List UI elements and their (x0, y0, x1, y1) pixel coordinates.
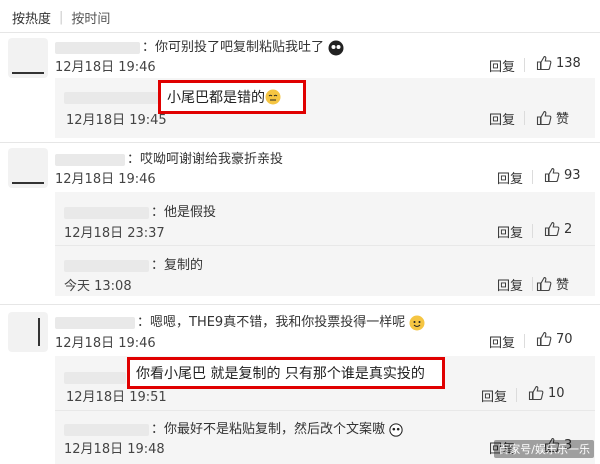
emoji-icon (389, 422, 403, 437)
comment-time: 12月18日 23:37 (64, 226, 165, 241)
reply-text: ：你最好不是粘贴复制，然后改个文案嗷 (64, 418, 403, 437)
reply-box (55, 78, 595, 138)
watermark: 百家号/娱乐乐一乐 (494, 440, 594, 458)
like-button[interactable]: 70 (536, 331, 573, 347)
emoji-icon (328, 40, 344, 55)
divider (0, 304, 600, 305)
like-button[interactable]: 2 (544, 221, 572, 237)
comment-text: ：嗯嗯，THE9真不错，我和你投票投得一样呢 (55, 311, 425, 331)
divider (55, 410, 595, 411)
like-button[interactable]: 10 (528, 385, 565, 401)
highlighted-reply: 你看小尾巴 就是复制的 只有那个谁是真实投的 (127, 357, 445, 389)
reply-button[interactable]: 回复 (497, 275, 523, 294)
like-count: 赞 (556, 278, 570, 293)
divider (0, 142, 600, 143)
emoji-icon (409, 315, 425, 330)
like-button[interactable]: 138 (536, 55, 581, 71)
reply-button[interactable]: 回复 (489, 56, 515, 75)
comment-time: 12月18日 19:46 (55, 60, 156, 75)
reply-button[interactable]: 回复 (489, 332, 515, 351)
comment-time: 今天 13:08 (64, 279, 132, 294)
thumbs-up-icon (528, 386, 544, 401)
thumbs-up-icon (544, 222, 560, 237)
like-button[interactable]: 93 (544, 167, 581, 183)
blurred-username (64, 90, 161, 105)
like-button[interactable]: 赞 (536, 108, 569, 127)
comment-time: 12月18日 19:51 (66, 390, 167, 405)
action-separator (524, 111, 525, 125)
sort-by-hot[interactable]: 按热度 (12, 8, 51, 27)
sort-by-time[interactable]: 按时间 (71, 8, 110, 27)
like-count: 赞 (556, 112, 570, 127)
divider (55, 245, 595, 246)
comment-time: 12月18日 19:46 (55, 172, 156, 187)
action-separator (532, 277, 533, 291)
comment-text: ：哎呦呵谢谢给我豪折亲投 (55, 148, 283, 167)
action-separator (532, 224, 533, 238)
comment-time: 12月18日 19:46 (55, 336, 156, 351)
reply-text: ：他是假投 (64, 201, 216, 220)
avatar[interactable] (8, 312, 48, 352)
sort-bar: 按热度 | 按时间 (12, 8, 110, 27)
like-count: 138 (556, 55, 581, 71)
sort-separator: | (59, 10, 64, 25)
action-separator (532, 170, 533, 184)
thumbs-up-icon (536, 276, 552, 291)
emoji-icon (265, 89, 281, 105)
comment-time: 12月18日 19:48 (64, 442, 165, 457)
action-separator (516, 388, 517, 402)
thumbs-up-icon (536, 56, 552, 71)
like-count: 93 (564, 167, 581, 183)
thumbs-up-icon (536, 332, 552, 347)
reply-button[interactable]: 回复 (489, 109, 515, 128)
reply-button[interactable]: 回复 (497, 222, 523, 241)
like-button[interactable]: 赞 (536, 274, 569, 293)
like-count: 70 (556, 331, 573, 347)
comment-time: 12月18日 19:45 (66, 113, 167, 128)
thumbs-up-icon (536, 110, 552, 125)
action-separator (524, 334, 525, 348)
reply-button[interactable]: 回复 (497, 168, 523, 187)
action-separator (524, 58, 525, 72)
like-count: 2 (564, 221, 573, 237)
divider (0, 32, 600, 33)
reply-text: ：复制的 (64, 254, 203, 273)
reply-button[interactable]: 回复 (481, 386, 507, 405)
blurred-username (64, 370, 128, 385)
avatar[interactable] (8, 148, 48, 188)
thumbs-up-icon (544, 168, 560, 183)
highlighted-reply: 小尾巴都是错的 (158, 80, 306, 114)
like-count: 10 (548, 385, 565, 401)
comment-text: ：你可别投了吧复制粘贴我吐了 (55, 36, 344, 56)
avatar[interactable] (8, 38, 48, 78)
